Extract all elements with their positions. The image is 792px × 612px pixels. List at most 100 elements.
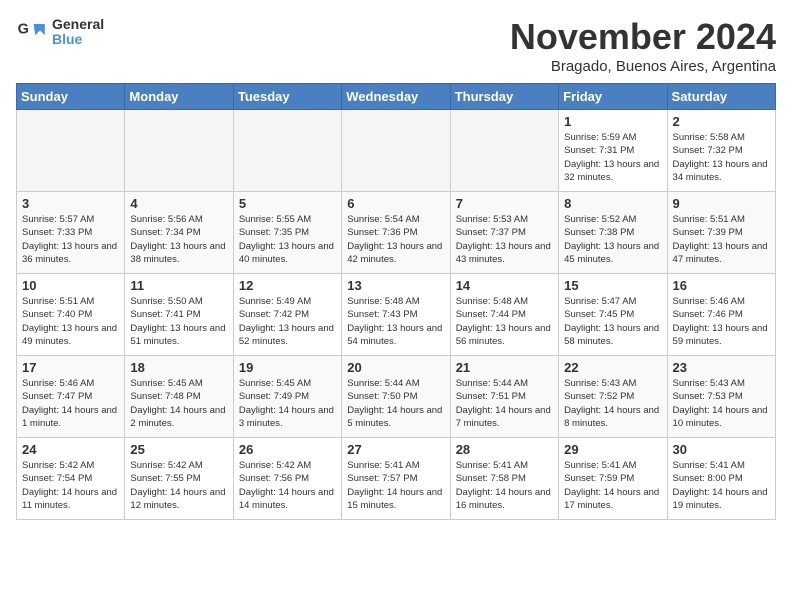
day-info: Sunrise: 5:44 AM Sunset: 7:50 PM Dayligh… — [347, 377, 444, 430]
day-info: Sunrise: 5:41 AM Sunset: 8:00 PM Dayligh… — [673, 459, 770, 512]
day-info: Sunrise: 5:59 AM Sunset: 7:31 PM Dayligh… — [564, 131, 661, 184]
day-number: 28 — [456, 442, 553, 457]
day-number: 19 — [239, 360, 336, 375]
day-info: Sunrise: 5:55 AM Sunset: 7:35 PM Dayligh… — [239, 213, 336, 266]
calendar-cell — [233, 110, 341, 192]
calendar-cell — [342, 110, 450, 192]
calendar-cell: 15Sunrise: 5:47 AM Sunset: 7:45 PM Dayli… — [559, 274, 667, 356]
calendar-cell: 1 Sunrise: 5:59 AM Sunset: 7:31 PM Daylig… — [559, 110, 667, 192]
calendar-cell: 8Sunrise: 5:52 AM Sunset: 7:38 PM Daylig… — [559, 192, 667, 274]
day-info: Sunrise: 5:54 AM Sunset: 7:36 PM Dayligh… — [347, 213, 444, 266]
day-number: 5 — [239, 196, 336, 211]
calendar-cell: 24 Sunrise: 5:42 AM Sunset: 7:54 PM Dayli… — [17, 438, 125, 520]
day-number: 1 — [564, 114, 661, 129]
day-info: Sunrise: 5:58 AM Sunset: 7:32 PM Dayligh… — [673, 131, 770, 184]
calendar-cell: 2 Sunrise: 5:58 AM Sunset: 7:32 PM Daylig… — [667, 110, 775, 192]
calendar-cell: 4 Sunrise: 5:56 AM Sunset: 7:34 PM Daylig… — [125, 192, 233, 274]
day-number: 13 — [347, 278, 444, 293]
day-number: 23 — [673, 360, 770, 375]
day-number: 7 — [456, 196, 553, 211]
day-number: 11 — [130, 278, 227, 293]
weekday-header-tuesday: Tuesday — [233, 84, 341, 110]
logo: G General Blue — [16, 16, 104, 48]
day-info: Sunrise: 5:43 AM Sunset: 7:52 PM Dayligh… — [564, 377, 661, 430]
calendar-cell: 18 Sunrise: 5:45 AM Sunset: 7:48 PM Dayli… — [125, 356, 233, 438]
calendar-week-1: 1 Sunrise: 5:59 AM Sunset: 7:31 PM Daylig… — [17, 110, 776, 192]
calendar-cell: 12 Sunrise: 5:49 AM Sunset: 7:42 PM Dayli… — [233, 274, 341, 356]
day-info: Sunrise: 5:57 AM Sunset: 7:33 PM Dayligh… — [22, 213, 119, 266]
day-info: Sunrise: 5:45 AM Sunset: 7:48 PM Dayligh… — [130, 377, 227, 430]
calendar-cell: 21 Sunrise: 5:44 AM Sunset: 7:51 PM Dayli… — [450, 356, 558, 438]
calendar-week-3: 10Sunrise: 5:51 AM Sunset: 7:40 PM Dayli… — [17, 274, 776, 356]
day-info: Sunrise: 5:42 AM Sunset: 7:56 PM Dayligh… — [239, 459, 336, 512]
calendar-week-4: 17 Sunrise: 5:46 AM Sunset: 7:47 PM Dayli… — [17, 356, 776, 438]
calendar-cell: 28 Sunrise: 5:41 AM Sunset: 7:58 PM Dayli… — [450, 438, 558, 520]
day-number: 8 — [564, 196, 661, 211]
svg-text:G: G — [18, 22, 29, 38]
day-info: Sunrise: 5:44 AM Sunset: 7:51 PM Dayligh… — [456, 377, 553, 430]
day-number: 12 — [239, 278, 336, 293]
calendar-cell: 20 Sunrise: 5:44 AM Sunset: 7:50 PM Dayli… — [342, 356, 450, 438]
day-info: Sunrise: 5:49 AM Sunset: 7:42 PM Dayligh… — [239, 295, 336, 348]
weekday-header-wednesday: Wednesday — [342, 84, 450, 110]
calendar-cell: 17 Sunrise: 5:46 AM Sunset: 7:47 PM Dayli… — [17, 356, 125, 438]
day-info: Sunrise: 5:47 AM Sunset: 7:45 PM Dayligh… — [564, 295, 661, 348]
day-info: Sunrise: 5:42 AM Sunset: 7:54 PM Dayligh… — [22, 459, 119, 512]
day-number: 29 — [564, 442, 661, 457]
calendar-week-2: 3 Sunrise: 5:57 AM Sunset: 7:33 PM Daylig… — [17, 192, 776, 274]
day-info: Sunrise: 5:50 AM Sunset: 7:41 PM Dayligh… — [130, 295, 227, 348]
weekday-header-row: SundayMondayTuesdayWednesdayThursdayFrid… — [17, 84, 776, 110]
day-info: Sunrise: 5:51 AM Sunset: 7:39 PM Dayligh… — [673, 213, 770, 266]
day-info: Sunrise: 5:56 AM Sunset: 7:34 PM Dayligh… — [130, 213, 227, 266]
day-number: 27 — [347, 442, 444, 457]
calendar-cell: 26 Sunrise: 5:42 AM Sunset: 7:56 PM Dayli… — [233, 438, 341, 520]
day-number: 14 — [456, 278, 553, 293]
day-number: 30 — [673, 442, 770, 457]
calendar-table: SundayMondayTuesdayWednesdayThursdayFrid… — [16, 83, 776, 520]
calendar-cell — [125, 110, 233, 192]
day-info: Sunrise: 5:45 AM Sunset: 7:49 PM Dayligh… — [239, 377, 336, 430]
calendar-body: 1 Sunrise: 5:59 AM Sunset: 7:31 PM Daylig… — [17, 110, 776, 520]
calendar-cell: 29Sunrise: 5:41 AM Sunset: 7:59 PM Dayli… — [559, 438, 667, 520]
day-number: 21 — [456, 360, 553, 375]
weekday-header-friday: Friday — [559, 84, 667, 110]
day-number: 3 — [22, 196, 119, 211]
calendar-cell: 6 Sunrise: 5:54 AM Sunset: 7:36 PM Daylig… — [342, 192, 450, 274]
calendar-cell: 3 Sunrise: 5:57 AM Sunset: 7:33 PM Daylig… — [17, 192, 125, 274]
calendar-cell: 10Sunrise: 5:51 AM Sunset: 7:40 PM Dayli… — [17, 274, 125, 356]
calendar-cell: 19 Sunrise: 5:45 AM Sunset: 7:49 PM Dayli… — [233, 356, 341, 438]
calendar-cell: 27Sunrise: 5:41 AM Sunset: 7:57 PM Dayli… — [342, 438, 450, 520]
day-info: Sunrise: 5:41 AM Sunset: 7:58 PM Dayligh… — [456, 459, 553, 512]
calendar-cell: 22Sunrise: 5:43 AM Sunset: 7:52 PM Dayli… — [559, 356, 667, 438]
page-header: G General Blue November 2024 Bragado, Bu… — [16, 16, 776, 75]
month-title: November 2024 — [510, 16, 776, 58]
day-number: 9 — [673, 196, 770, 211]
calendar-cell: 23 Sunrise: 5:43 AM Sunset: 7:53 PM Dayli… — [667, 356, 775, 438]
calendar-cell — [17, 110, 125, 192]
day-info: Sunrise: 5:51 AM Sunset: 7:40 PM Dayligh… — [22, 295, 119, 348]
day-number: 4 — [130, 196, 227, 211]
day-number: 16 — [673, 278, 770, 293]
weekday-header-thursday: Thursday — [450, 84, 558, 110]
day-number: 20 — [347, 360, 444, 375]
day-number: 18 — [130, 360, 227, 375]
day-number: 24 — [22, 442, 119, 457]
day-info: Sunrise: 5:46 AM Sunset: 7:47 PM Dayligh… — [22, 377, 119, 430]
day-info: Sunrise: 5:53 AM Sunset: 7:37 PM Dayligh… — [456, 213, 553, 266]
day-number: 17 — [22, 360, 119, 375]
logo-line2: Blue — [52, 32, 104, 47]
day-info: Sunrise: 5:48 AM Sunset: 7:44 PM Dayligh… — [456, 295, 553, 348]
calendar-cell: 9 Sunrise: 5:51 AM Sunset: 7:39 PM Daylig… — [667, 192, 775, 274]
weekday-header-saturday: Saturday — [667, 84, 775, 110]
logo-icon: G — [16, 16, 48, 48]
day-info: Sunrise: 5:46 AM Sunset: 7:46 PM Dayligh… — [673, 295, 770, 348]
day-number: 6 — [347, 196, 444, 211]
location-subtitle: Bragado, Buenos Aires, Argentina — [510, 58, 776, 75]
day-number: 2 — [673, 114, 770, 129]
calendar-cell: 16 Sunrise: 5:46 AM Sunset: 7:46 PM Dayli… — [667, 274, 775, 356]
day-number: 25 — [130, 442, 227, 457]
day-info: Sunrise: 5:43 AM Sunset: 7:53 PM Dayligh… — [673, 377, 770, 430]
day-number: 26 — [239, 442, 336, 457]
calendar-cell: 11 Sunrise: 5:50 AM Sunset: 7:41 PM Dayli… — [125, 274, 233, 356]
calendar-cell: 14 Sunrise: 5:48 AM Sunset: 7:44 PM Dayli… — [450, 274, 558, 356]
